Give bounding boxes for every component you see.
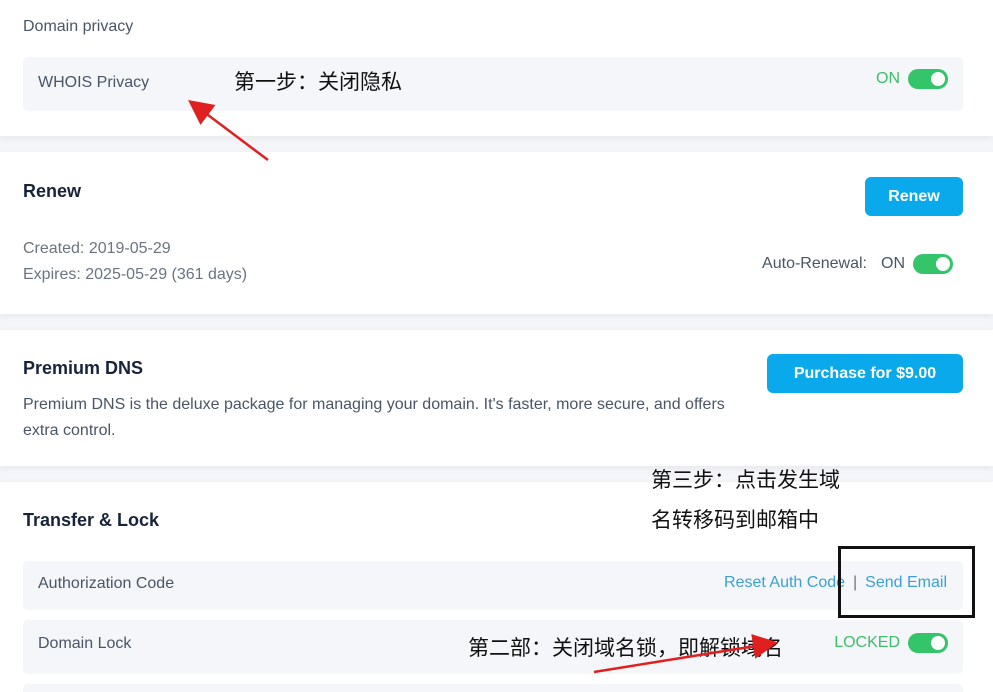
step2-annotation: 第二部：关闭域名锁，即解锁域名 [468,636,783,660]
send-email-highlight-box [838,546,975,618]
whois-privacy-state: ON [876,70,900,87]
auto-renewal-state: ON [881,255,905,272]
renew-button[interactable]: Renew [865,177,963,216]
auto-renewal-toggle[interactable] [913,254,953,274]
auto-renewal-label: Auto-Renewal: [762,255,867,272]
whois-privacy-label: WHOIS Privacy [38,74,150,91]
domain-privacy-card: Domain privacy WHOIS Privacy ON [0,0,993,136]
expires-date: Expires: 2025-05-29 (361 days) [23,266,248,283]
domain-privacy-heading: Domain privacy [23,18,134,35]
transfer-lock-title: Transfer & Lock [23,510,160,530]
whois-privacy-toggle[interactable] [908,69,948,89]
step3-annotation-line1: 第三步：点击发生域 [651,468,840,492]
domain-lock-label: Domain Lock [38,635,132,652]
domain-lock-toggle[interactable] [908,633,948,653]
renew-title: Renew [23,181,82,201]
renew-card: Renew Renew Created: 2019-05-29 Expires:… [0,152,993,314]
premium-dns-description: Premium DNS is the deluxe package for ma… [23,396,725,439]
authorization-code-label: Authorization Code [38,575,175,592]
whois-privacy-toggle-group: ON [876,69,948,89]
domain-lock-toggle-group: LOCKED [834,633,948,653]
created-date: Created: 2019-05-29 [23,240,171,257]
next-row [23,684,963,692]
step3-annotation-line2: 名转移码到邮箱中 [651,508,819,532]
auto-renewal-group: Auto-Renewal: ON [762,254,953,274]
domain-lock-state: LOCKED [834,634,900,651]
purchase-dns-button[interactable]: Purchase for $9.00 [767,354,963,393]
premium-dns-title: Premium DNS [23,358,144,378]
step1-annotation: 第一步：关闭隐私 [234,70,402,94]
renew-dates: Created: 2019-05-29 Expires: 2025-05-29 … [23,236,247,288]
whois-privacy-row: WHOIS Privacy ON [23,57,963,111]
premium-dns-card: Premium DNS Premium DNS is the deluxe pa… [0,330,993,466]
reset-auth-code-link[interactable]: Reset Auth Code [724,574,845,592]
authorization-code-row: Authorization Code Reset Auth Code | Sen… [23,561,963,610]
